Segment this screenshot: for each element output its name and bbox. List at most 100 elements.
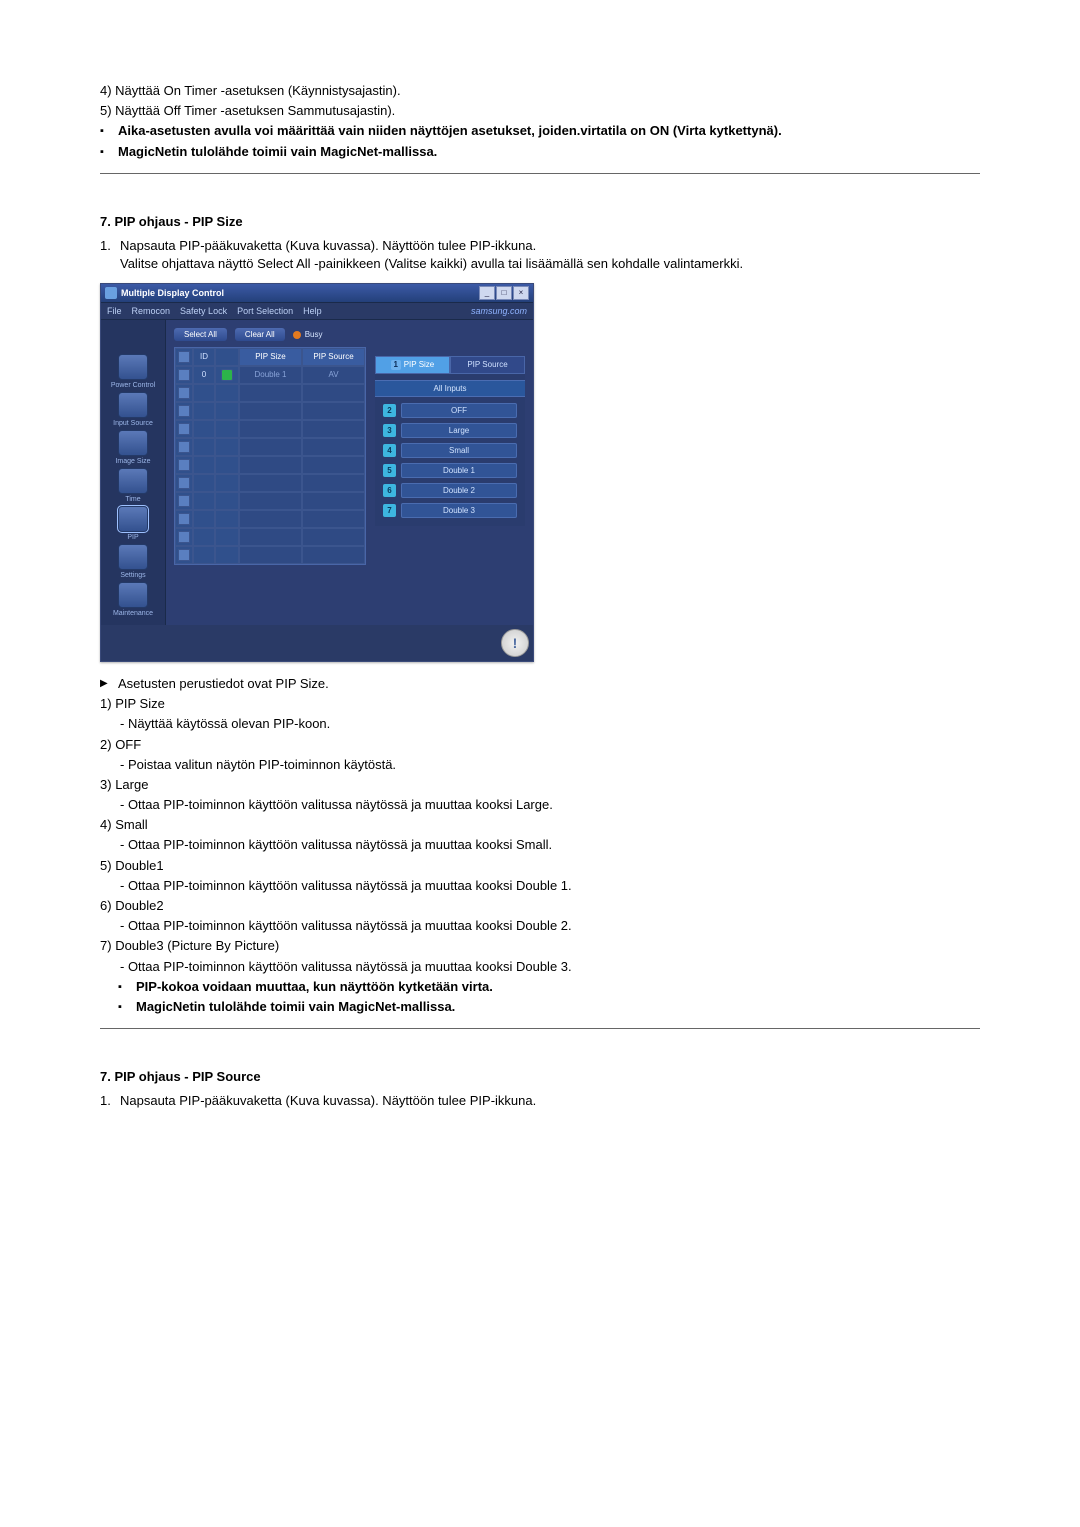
header-id: ID [193,348,215,366]
step-number: 1. [100,237,120,273]
tab-label: PIP Size [404,360,435,369]
tab-pip-source[interactable]: PIP Source [450,356,525,374]
triangle-icon: ▶ [100,678,118,689]
row-source: AV [302,366,365,384]
item-1: 1) PIP Size - Näyttää käytössä olevan PI… [100,695,980,733]
tab-pip-size[interactable]: 1PIP Size [375,356,450,374]
option-large[interactable]: 3Large [383,423,517,438]
time-icon[interactable] [118,468,148,494]
option-number: 4 [383,444,396,457]
header-pip-source: PIP Source [302,348,365,366]
option-number: 7 [383,504,396,517]
timer-off-line: 5) Näyttää Off Timer -asetuksen Sammutus… [100,102,980,120]
display-grid: ID PIP Size PIP Source 0 Double 1 AV [174,347,366,565]
app-icon [105,287,117,299]
size-note-1: PIP-kokoa voidaan muuttaa, kun näyttöön … [136,978,493,996]
sidebar-pip: PIP [127,534,138,541]
menu-help[interactable]: Help [303,306,322,316]
menu-remocon[interactable]: Remocon [132,306,171,316]
step-text-b: Valitse ohjattava näyttö Select All -pai… [120,255,743,273]
input-icon[interactable] [118,392,148,418]
pip-icon[interactable] [118,506,148,532]
timer-on-line: 4) Näyttää On Timer -asetuksen (Käynnist… [100,82,980,100]
row-checkbox[interactable] [178,369,190,381]
maximize-button[interactable]: □ [496,286,512,300]
option-number: 2 [383,404,396,417]
maintenance-icon[interactable] [118,582,148,608]
item-num: 5) [100,858,112,873]
header-checkbox[interactable] [175,348,193,366]
app-window: Multiple Display Control _ □ × File Remo… [100,283,534,662]
item-title: Double3 (Picture By Picture) [115,938,279,953]
row-checkbox[interactable] [178,459,190,471]
item-desc: - Ottaa PIP-toiminnon käyttöön valitussa… [100,796,980,814]
all-inputs-label: All Inputs [375,380,525,397]
item-7: 7) Double3 (Picture By Picture) - Ottaa … [100,937,980,975]
sidebar-input: Input Source [113,420,153,427]
busy-label: Busy [305,330,323,339]
power-icon[interactable] [118,354,148,380]
item-title: Double1 [115,858,163,873]
item-title: PIP Size [115,696,165,711]
settings-icon[interactable] [118,544,148,570]
bullet-icon: ▪ [100,143,118,160]
row-checkbox[interactable] [178,387,190,399]
text: Näyttää Off Timer -asetuksen Sammutusaja… [115,103,395,118]
menu-file[interactable]: File [107,306,122,316]
table-row[interactable]: 0 Double 1 AV [175,366,365,384]
header-status [215,348,239,366]
row-checkbox[interactable] [178,405,190,417]
clear-all-button[interactable]: Clear All [235,328,285,341]
item-num: 3) [100,777,112,792]
intro-note-1: Aika-asetusten avulla voi määrittää vain… [118,122,782,140]
row-checkbox[interactable] [178,423,190,435]
bullet-icon: ▪ [100,122,118,139]
menu-safety[interactable]: Safety Lock [180,306,227,316]
option-label: Large [401,423,517,438]
option-double3[interactable]: 7 Double 3 [383,503,517,518]
option-double2[interactable]: 6Double 2 [383,483,517,498]
item-num: 6) [100,898,112,913]
divider [100,1028,980,1029]
option-double1[interactable]: 5Double 1 [383,463,517,478]
image-icon[interactable] [118,430,148,456]
close-button[interactable]: × [513,286,529,300]
option-number: 5 [383,464,396,477]
tab-number: 1 [391,360,401,370]
row-checkbox[interactable] [178,495,190,507]
row-size: Double 1 [239,366,302,384]
header-pip-size: PIP Size [239,348,302,366]
busy-icon [293,331,301,339]
row-checkbox[interactable] [178,441,190,453]
item-desc: - Ottaa PIP-toiminnon käyttöön valitussa… [100,877,980,895]
row-checkbox[interactable] [178,477,190,489]
info-icon[interactable]: ! [501,629,529,657]
sidebar-image: Image Size [115,458,150,465]
step-text: Napsauta PIP-pääkuvaketta (Kuva kuvassa)… [120,1092,536,1110]
item-2: 2) OFF - Poistaa valitun näytön PIP-toim… [100,736,980,774]
titlebar: Multiple Display Control _ □ × [101,284,533,303]
row-checkbox[interactable] [178,513,190,525]
item-desc: - Ottaa PIP-toiminnon käyttöön valitussa… [100,836,980,854]
option-label: Double 3 [401,503,517,518]
section-title-pip-size: 7. PIP ohjaus - PIP Size [100,214,980,229]
step-text-a: Napsauta PIP-pääkuvaketta (Kuva kuvassa)… [120,237,743,255]
main-area: Select All Clear All Busy ID PIP Size PI… [166,320,533,625]
item-5: 5) Double1 - Ottaa PIP-toiminnon käyttöö… [100,857,980,895]
option-small[interactable]: 4Small [383,443,517,458]
bullet-icon: ▪ [118,998,136,1015]
item-title: OFF [115,737,141,752]
sidebar-power: Power Control [111,382,155,389]
row-checkbox[interactable] [178,549,190,561]
options-panel: 1PIP Size PIP Source All Inputs 2OFF 3La… [375,356,525,526]
item-title: Double2 [115,898,163,913]
select-all-button[interactable]: Select All [174,328,227,341]
brand-link[interactable]: samsung.com [471,306,527,316]
item-desc: - Poistaa valitun näytön PIP-toiminnon k… [100,756,980,774]
item-desc: - Näyttää käytössä olevan PIP-koon. [100,715,980,733]
minimize-button[interactable]: _ [479,286,495,300]
row-checkbox[interactable] [178,531,190,543]
option-off[interactable]: 2OFF [383,403,517,418]
menu-port[interactable]: Port Selection [237,306,293,316]
intro-note-2: MagicNetin tulolähde toimii vain MagicNe… [118,143,437,161]
